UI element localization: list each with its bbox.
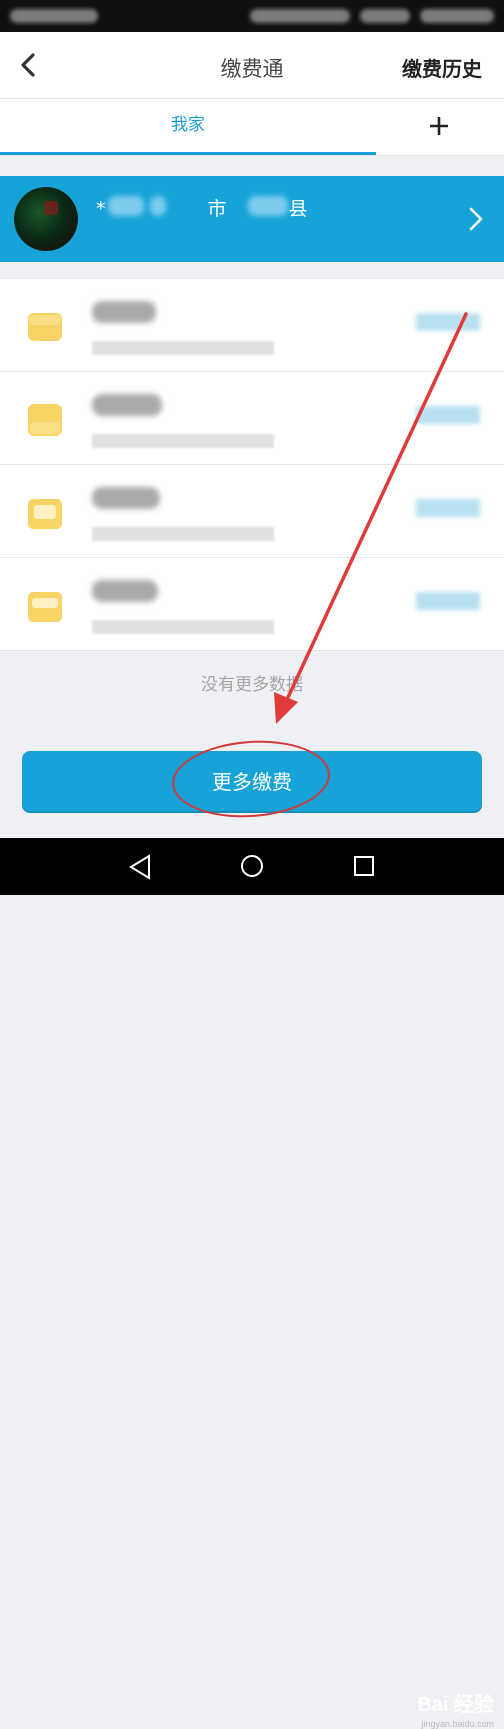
location-county: 县	[288, 198, 308, 220]
home-tabs: 我家	[0, 99, 504, 156]
account-card[interactable]: * 市 县	[0, 176, 504, 262]
chevron-right-icon[interactable]	[468, 206, 484, 232]
list-item[interactable]	[0, 279, 504, 372]
active-tab-indicator	[0, 152, 376, 155]
system-recent-apps-icon[interactable]	[353, 855, 375, 877]
payment-history-link[interactable]: 缴费历史	[402, 53, 482, 82]
list-item[interactable]	[0, 558, 504, 651]
list-item[interactable]	[0, 465, 504, 558]
location-prefix: *	[96, 198, 106, 220]
bill-list	[0, 278, 504, 651]
water-bill-icon	[28, 313, 62, 341]
baidu-watermark: Bai 经验 jingyan.baidu.com	[417, 1688, 494, 1729]
system-navigation-bar: Bai 经验 jingyan.baidu.com	[0, 838, 504, 1729]
avatar	[14, 187, 78, 251]
gas-bill-icon	[28, 499, 62, 529]
utility-bill-icon	[28, 592, 62, 622]
watermark-site: jingyan.baidu.com	[421, 1719, 494, 1729]
list-item[interactable]	[0, 372, 504, 465]
watermark-brand: Bai 经验	[417, 1694, 494, 1716]
account-location: * 市 县	[96, 194, 308, 221]
tab-my-home[interactable]: 我家	[0, 99, 376, 155]
no-more-data-text: 没有更多数据	[201, 675, 303, 695]
system-back-icon[interactable]	[128, 854, 152, 880]
add-home-icon[interactable]	[428, 115, 450, 137]
status-bar	[0, 0, 504, 32]
electricity-bill-icon	[28, 404, 62, 436]
header-bar: 缴费通 缴费历史	[0, 32, 504, 99]
location-city: 市	[207, 198, 227, 220]
system-home-icon[interactable]	[240, 854, 264, 878]
